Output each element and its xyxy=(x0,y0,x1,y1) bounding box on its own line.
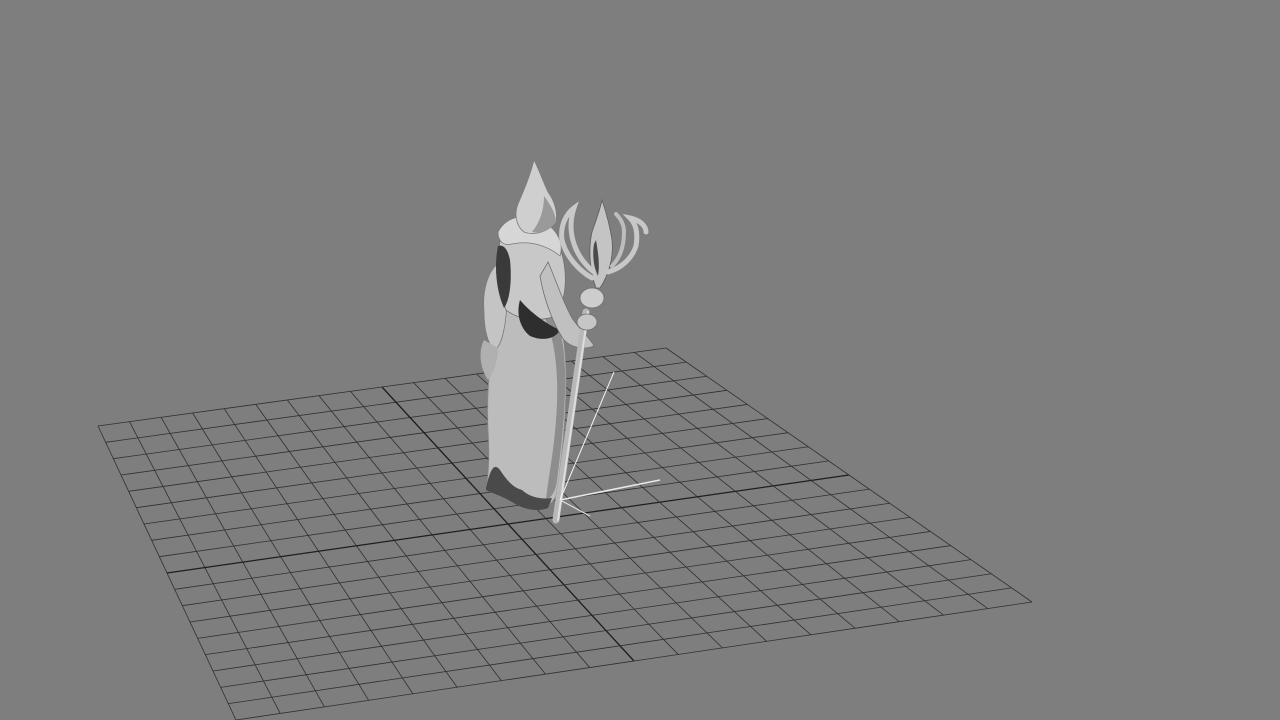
model-staff-head xyxy=(589,198,613,289)
grid-line-width xyxy=(220,573,992,688)
viewport-canvas[interactable] xyxy=(0,0,1280,720)
grid-line-depth xyxy=(571,360,900,622)
3d-viewport[interactable] xyxy=(0,0,1280,720)
model-staff-prong-left xyxy=(559,201,597,281)
grid-line-depth xyxy=(539,365,856,629)
model-staff-orb-upper xyxy=(579,287,605,309)
model-staff-orb-lower xyxy=(576,313,598,331)
grid-line-width xyxy=(182,502,890,607)
grid-line-width xyxy=(235,601,1033,720)
grid-line-width xyxy=(197,531,931,639)
grid-line-width xyxy=(205,545,951,656)
grid-line-width xyxy=(189,516,911,623)
grid-line-depth xyxy=(634,352,989,609)
grid-line-depth xyxy=(665,347,1033,603)
gizmo-axis-z[interactable] xyxy=(559,499,591,517)
character-model[interactable] xyxy=(480,158,649,524)
model-staff-prong-mid xyxy=(610,212,627,268)
grid-line-width xyxy=(228,587,1012,705)
grid-line-width xyxy=(212,559,972,672)
